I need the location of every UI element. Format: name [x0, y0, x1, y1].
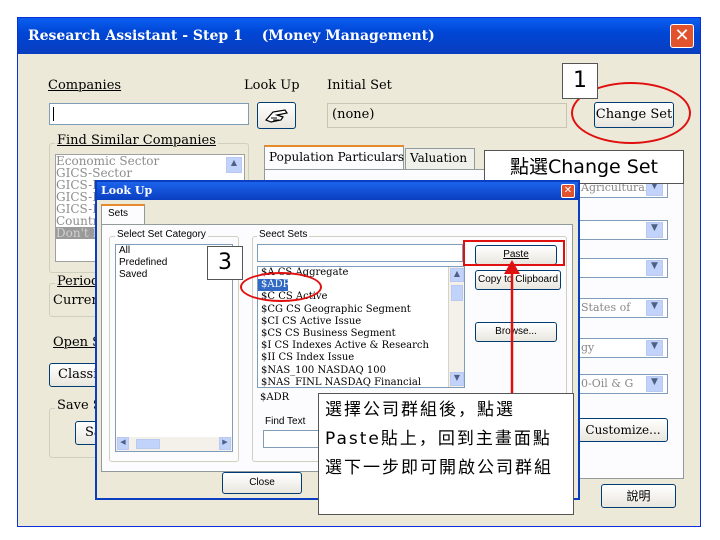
hand-pointer-icon	[264, 109, 288, 123]
find-text-input[interactable]	[263, 430, 323, 448]
tab-population-particulars[interactable]: Population Particulars	[264, 145, 404, 169]
horizontal-scrollbar[interactable]: ◀ ▶	[116, 437, 232, 451]
set-item[interactable]: $II CS Index Issue	[258, 352, 464, 364]
close-icon[interactable]: ✕	[561, 184, 575, 198]
look-up-title: Look Up	[97, 182, 578, 200]
window-subtitle: (Money Management)	[261, 28, 435, 44]
close-icon[interactable]: ✕	[670, 24, 694, 48]
sets-group-title: Seect Sets	[257, 229, 310, 240]
tab-sets[interactable]: Sets	[101, 204, 145, 224]
chevron-down-icon[interactable]: ▼	[646, 260, 663, 276]
category-group-title: Select Set Category	[115, 229, 208, 240]
text-cursor	[53, 107, 54, 121]
initial-set-label: Initial Set	[327, 78, 392, 93]
scroll-thumb[interactable]	[451, 285, 463, 301]
step3-badge: 3	[207, 246, 243, 280]
customize-button[interactable]: Customize...	[578, 418, 668, 442]
set-item[interactable]: $CS CS Business Segment	[258, 328, 464, 340]
set-item[interactable]: $CG CS Geographic Segment	[258, 304, 464, 316]
companies-label: Companies	[48, 78, 122, 93]
find-similar-title: Find Similar Companies	[55, 133, 218, 148]
look-up-button[interactable]	[257, 102, 296, 129]
look-up-label: Look Up	[244, 78, 300, 93]
tab-valuation[interactable]: Valuation	[405, 148, 475, 169]
help-button[interactable]: 說明	[601, 484, 676, 508]
scroll-up-icon[interactable]: ▲	[226, 157, 242, 173]
chevron-down-icon[interactable]: ▼	[646, 376, 663, 392]
find-text-label: Find Text	[265, 416, 306, 427]
list-item[interactable]: Economic Sector	[56, 155, 244, 167]
set-item[interactable]: $NAS_100 NASDAQ 100	[258, 365, 464, 377]
chevron-down-icon[interactable]: ▼	[646, 222, 663, 238]
chevron-down-icon[interactable]: ▼	[646, 300, 663, 316]
scroll-thumb[interactable]	[136, 439, 160, 449]
step1-badge: 1	[562, 63, 598, 99]
scroll-left-icon[interactable]: ◀	[117, 437, 129, 450]
list-item[interactable]: GICS-Sector	[56, 167, 244, 179]
arrow-up-icon	[504, 260, 520, 396]
scroll-right-icon[interactable]: ▶	[219, 437, 231, 450]
window-title-bar: Research Assistant - Step 1 (Money Manag…	[18, 18, 700, 54]
step3-caption: 選擇公司群組後，點選Paste貼上，回到主畫面點選下一步即可開啟公司群組	[318, 393, 574, 515]
scroll-down-icon[interactable]: ▼	[450, 372, 464, 386]
step1-caption: 點選Change Set	[484, 150, 684, 184]
companies-input[interactable]	[49, 103, 249, 125]
set-item[interactable]: $I CS Indexes Active & Research	[258, 340, 464, 352]
set-item[interactable]: $NAS_FINL NASDAQ Financial	[258, 377, 464, 387]
close-button[interactable]: Close	[222, 472, 302, 494]
sets-filter-input[interactable]	[257, 244, 463, 262]
scroll-up-icon[interactable]: ▲	[450, 268, 464, 282]
adr-highlight	[240, 272, 322, 302]
open-button[interactable]: Open S	[53, 335, 101, 350]
selected-set-value: $ADR	[260, 392, 290, 403]
set-item[interactable]: $CI CS Active Issue	[258, 316, 464, 328]
chevron-down-icon[interactable]: ▼	[646, 340, 663, 356]
window-title: Research Assistant - Step 1	[28, 28, 243, 44]
initial-set-value: (none)	[327, 103, 567, 128]
vertical-scrollbar[interactable]: ▲ ▼	[448, 267, 464, 387]
